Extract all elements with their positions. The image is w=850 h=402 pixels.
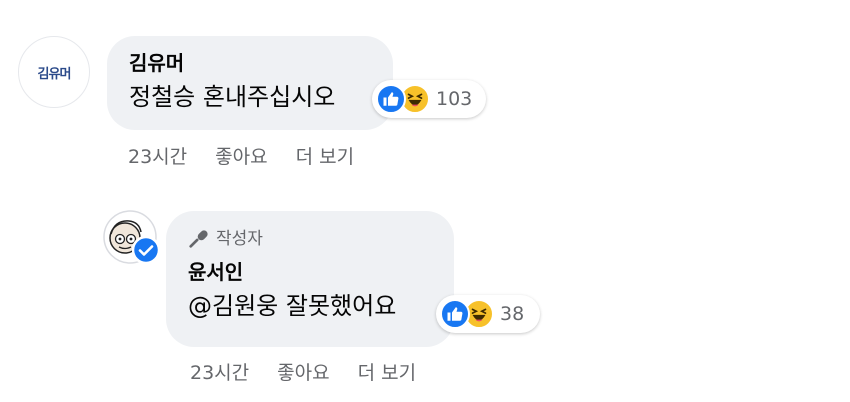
timestamp[interactable]: 23시간 [190, 358, 249, 385]
more-button[interactable]: 더 보기 [296, 142, 354, 169]
comment-author[interactable]: 김유머 [129, 50, 371, 76]
reaction-count: 38 [500, 303, 525, 325]
avatar-text: 김유머 [37, 66, 72, 82]
comment-actions: 23시간 좋아요 더 보기 [128, 142, 354, 169]
microphone-icon [189, 230, 208, 248]
like-reaction-icon [376, 84, 406, 114]
reaction-summary[interactable]: 38 [436, 295, 540, 333]
verified-badge-icon [132, 236, 160, 264]
comment-actions: 23시간 좋아요 더 보기 [190, 358, 416, 385]
timestamp[interactable]: 23시간 [128, 142, 187, 169]
like-reaction-icon [440, 299, 470, 329]
more-button[interactable]: 더 보기 [358, 358, 416, 385]
author-badge: 작성자 [188, 227, 432, 251]
comment-bubble: 김유머 정철승 혼내주십시오 [107, 36, 393, 130]
reaction-summary[interactable]: 103 [372, 80, 486, 118]
comment-author[interactable]: 윤서인 [188, 259, 432, 285]
like-button[interactable]: 좋아요 [277, 358, 329, 385]
reaction-count: 103 [436, 88, 473, 110]
comment-bubble: 작성자 윤서인 @김원웅 잘못했어요 [166, 211, 454, 347]
avatar[interactable]: 김유머 [18, 36, 90, 108]
like-button[interactable]: 좋아요 [215, 142, 267, 169]
comment-text: 정철승 혼내주십시오 [129, 83, 336, 111]
author-badge-label: 작성자 [216, 229, 263, 249]
comment-text: @김원웅 잘못했어요 [188, 292, 397, 320]
